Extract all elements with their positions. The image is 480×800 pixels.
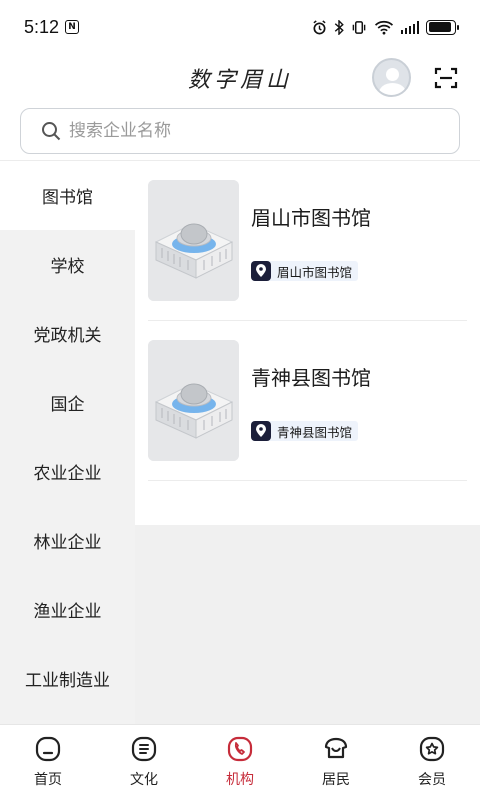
sidebar-item-label: 图书馆	[42, 188, 93, 208]
location-tag-label: 眉山市图书馆	[277, 264, 353, 280]
signal-icon	[400, 20, 419, 34]
sidebar-item-state-enterprise[interactable]: 国企	[0, 368, 135, 437]
battery-level	[428, 22, 451, 32]
nav-label: 机构	[226, 772, 254, 788]
sidebar-item-label: 工业制造业	[25, 671, 110, 691]
status-bar: 5:12 N	[0, 0, 480, 54]
page-title: 数字眉山	[187, 68, 292, 93]
location-tag: 青神县图书馆	[251, 421, 359, 441]
sidebar-item-label: 农业企业	[33, 464, 102, 484]
search-input[interactable]	[69, 121, 429, 141]
nav-member[interactable]: 会员	[384, 735, 480, 789]
sidebar-item-forestry[interactable]: 林业企业	[0, 506, 135, 575]
nav-institution[interactable]: 机构	[192, 735, 288, 789]
bottom-nav: 首页 文化 机构 居民 会员	[0, 724, 480, 800]
sidebar-item-label: 渔业企业	[33, 602, 102, 622]
library-building-image	[148, 340, 239, 461]
member-icon	[419, 736, 445, 762]
sidebar-item-government[interactable]: 党政机关	[0, 299, 135, 368]
sidebar-item-label: 林业企业	[33, 533, 102, 553]
category-sidebar: 图书馆 学校 党政机关 国企 农业企业 林业企业 渔业企业 工业制造业	[0, 161, 135, 724]
institution-list-panel: 眉山市图书馆 眉山市图书馆 青神县图书馆 青神县图书馆	[135, 161, 480, 724]
search-icon	[42, 122, 61, 141]
institution-list: 眉山市图书馆 眉山市图书馆 青神县图书馆 青神县图书馆	[135, 161, 480, 525]
bluetooth-icon	[334, 19, 344, 35]
nav-label: 首页	[34, 772, 62, 788]
sidebar-item-label: 学校	[50, 257, 85, 277]
nfc-icon: N	[65, 20, 80, 34]
home-icon	[35, 736, 61, 762]
search-box[interactable]	[20, 108, 460, 154]
nav-label: 会员	[418, 772, 446, 788]
vibrate-icon	[352, 20, 365, 34]
nav-home[interactable]: 首页	[0, 735, 96, 789]
institution-name: 眉山市图书馆	[251, 206, 371, 230]
residents-icon	[324, 737, 348, 759]
sidebar-item-label: 党政机关	[33, 326, 102, 346]
location-tag-label: 青神县图书馆	[277, 424, 353, 440]
location-tag: 眉山市图书馆	[251, 261, 359, 281]
list-item[interactable]: 青神县图书馆 青神县图书馆	[148, 321, 467, 481]
search-bar	[20, 108, 460, 154]
list-footer-space	[148, 481, 467, 525]
sidebar-item-school[interactable]: 学校	[0, 230, 135, 299]
list-item[interactable]: 眉山市图书馆 眉山市图书馆	[148, 161, 467, 321]
nav-residents[interactable]: 居民	[288, 735, 384, 789]
location-pin-icon	[251, 421, 271, 441]
library-building-image	[148, 180, 239, 301]
location-pin-icon	[251, 261, 271, 281]
wifi-icon	[374, 20, 393, 35]
culture-icon	[131, 736, 157, 762]
alarm-icon	[312, 19, 326, 34]
sidebar-item-fishery[interactable]: 渔业企业	[0, 575, 135, 644]
nav-label: 文化	[130, 772, 158, 788]
user-avatar-icon[interactable]	[372, 58, 411, 97]
status-time: 5:12	[24, 16, 60, 37]
scan-icon[interactable]	[434, 66, 458, 90]
sidebar-item-library[interactable]: 图书馆	[0, 161, 135, 230]
sidebar-item-label: 国企	[50, 395, 85, 415]
nav-culture[interactable]: 文化	[96, 735, 192, 789]
nav-label: 居民	[322, 772, 350, 788]
institution-name: 青神县图书馆	[251, 366, 371, 390]
sidebar-item-agriculture[interactable]: 农业企业	[0, 437, 135, 506]
battery-icon	[426, 19, 459, 35]
institution-icon	[227, 736, 253, 762]
header: 数字眉山	[0, 54, 480, 102]
sidebar-item-manufacturing[interactable]: 工业制造业	[0, 644, 135, 713]
